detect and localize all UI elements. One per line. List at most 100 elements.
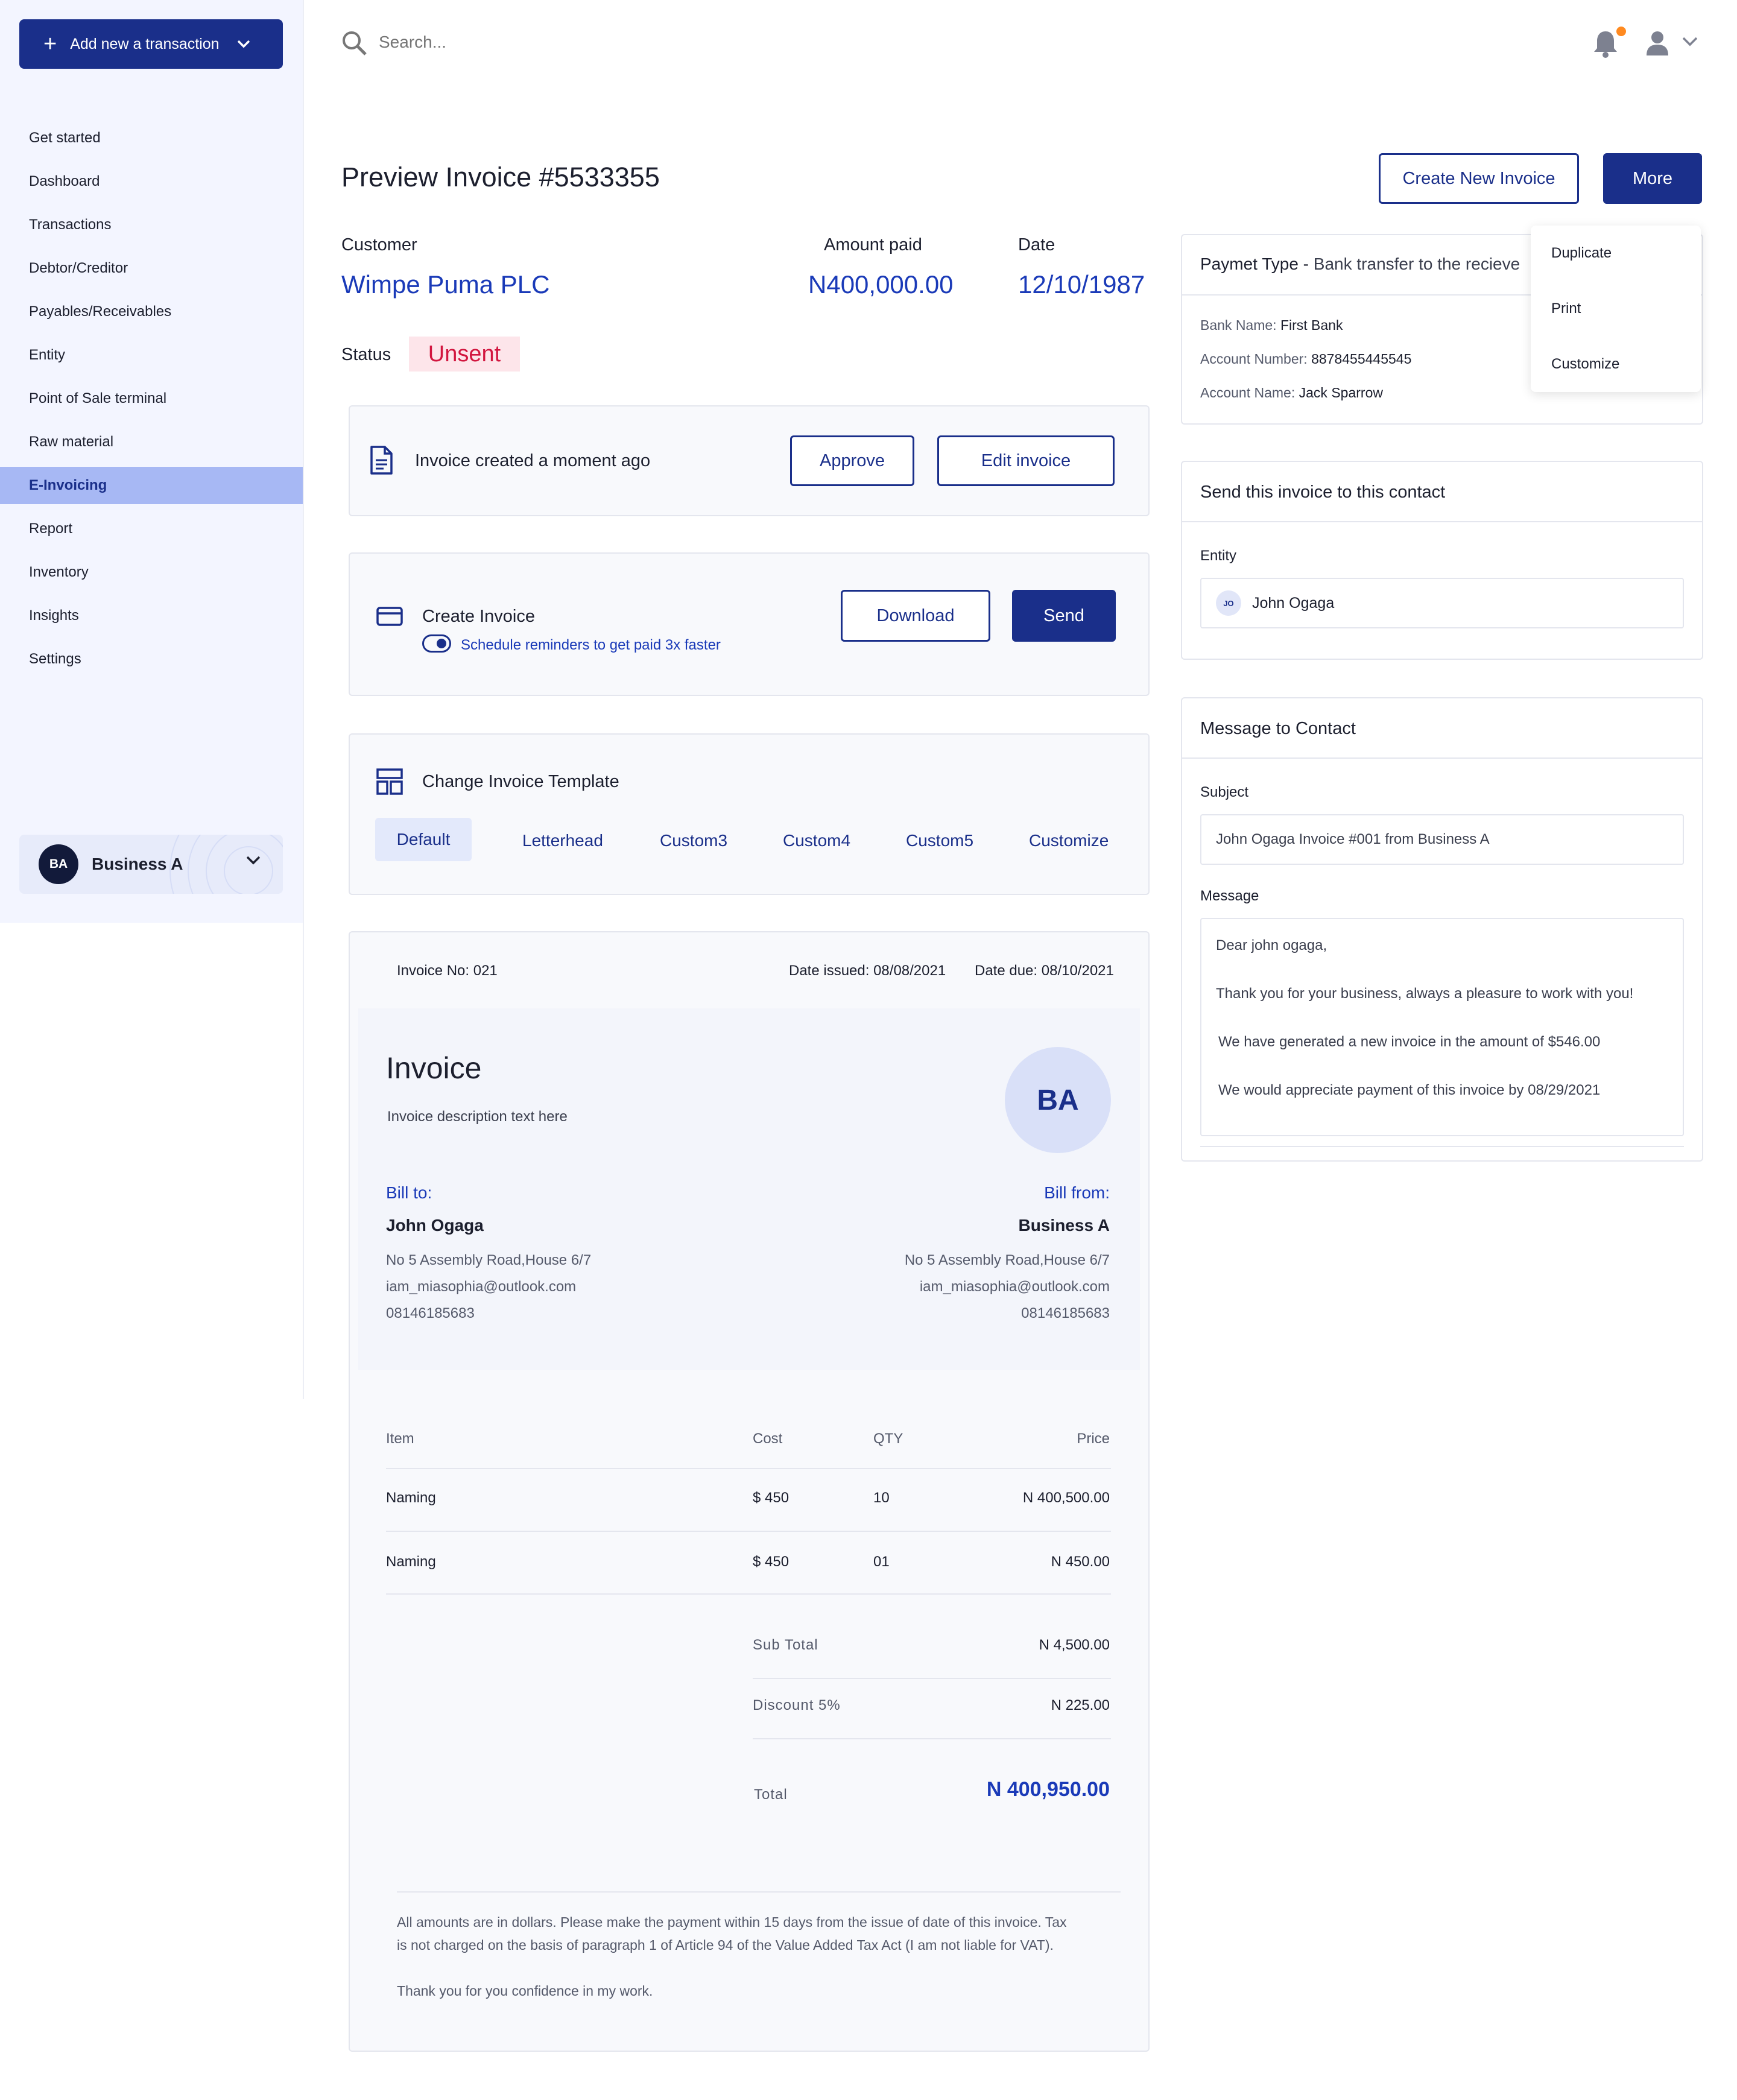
bill-from-phone: 08146185683 (1021, 1305, 1110, 1321)
sidebar-item-label: Point of Sale terminal (29, 390, 167, 406)
chevron-down-icon[interactable] (1682, 36, 1698, 50)
account-name-value: Jack Sparrow (1299, 385, 1383, 400)
date-label: Date (1018, 235, 1055, 255)
divider (753, 1738, 1111, 1739)
business-switcher[interactable]: BA Business A (19, 835, 283, 894)
customer-name: Wimpe Puma PLC (341, 270, 550, 299)
account-number-value: 8878455445545 (1311, 351, 1412, 367)
add-transaction-button[interactable]: + Add new a transaction (19, 19, 283, 69)
total-value: N 400,950.00 (986, 1778, 1110, 1801)
sidebar-item-label: Get started (29, 130, 101, 146)
sidebar-item-e-invoicing[interactable]: E-Invoicing (0, 467, 303, 504)
footer-note-1: All amounts are in dollars. Please make … (397, 1914, 1067, 1930)
template-tab-custom4[interactable]: Custom4 (783, 831, 850, 850)
template-tab-letterhead[interactable]: Letterhead (522, 831, 603, 850)
subject-field[interactable]: John Ogaga Invoice #001 from Business A (1200, 814, 1684, 865)
entity-field[interactable]: JO John Ogaga (1200, 578, 1684, 628)
divider (386, 1468, 1111, 1469)
date-value: 12/10/1987 (1018, 270, 1145, 299)
bill-to-label: Bill to: (386, 1183, 432, 1202)
divider (1182, 521, 1702, 522)
sidebar-item-label: Entity (29, 347, 66, 363)
row-1-item: Naming (386, 1490, 436, 1506)
reminder-toggle[interactable] (422, 634, 451, 653)
divider (386, 1593, 1111, 1595)
more-dropdown-menu: Duplicate Print Customize (1531, 226, 1701, 392)
template-tab-default[interactable]: Default (375, 818, 472, 861)
sidebar-item-label: E-Invoicing (29, 477, 107, 493)
invoice-number: Invoice No: 021 (397, 963, 498, 979)
invoice-description: Invoice description text here (387, 1109, 568, 1125)
sidebar-item-report[interactable]: Report (0, 510, 303, 548)
footer-note-2: is not charged on the basis of paragraph… (397, 1937, 1054, 1953)
sidebar-item-raw-material[interactable]: Raw material (0, 423, 303, 461)
bell-icon[interactable] (1592, 29, 1619, 62)
template-tab-custom5[interactable]: Custom5 (906, 831, 973, 850)
bill-from-label: Bill from: (1044, 1183, 1110, 1202)
sidebar-item-settings[interactable]: Settings (0, 640, 303, 678)
sidebar-item-label: Dashboard (29, 173, 100, 189)
download-button[interactable]: Download (841, 590, 990, 642)
create-new-invoice-button[interactable]: Create New Invoice (1379, 153, 1579, 204)
col-item: Item (386, 1431, 414, 1447)
sidebar-item-entity[interactable]: Entity (0, 337, 303, 374)
menu-item-customize[interactable]: Customize (1551, 356, 1619, 373)
entity-avatar: JO (1216, 590, 1241, 616)
template-tab-customize[interactable]: Customize (1029, 831, 1109, 850)
sidebar-item-label: Payables/Receivables (29, 303, 172, 320)
business-logo: BA (1005, 1047, 1111, 1153)
plus-icon: + (43, 31, 57, 57)
col-qty: QTY (873, 1431, 903, 1447)
discount-label: Discount 5% (753, 1697, 841, 1713)
footer-note-3: Thank you for you confidence in my work. (397, 1983, 653, 1999)
page-title: Preview Invoice #5533355 (341, 162, 660, 192)
sidebar-item-label: Insights (29, 607, 79, 624)
message-textarea[interactable]: Dear john ogaga, Thank you for your busi… (1200, 918, 1684, 1136)
subject-label: Subject (1200, 784, 1249, 800)
sidebar-item-debtor-creditor[interactable]: Debtor/Creditor (0, 250, 303, 287)
row-1-price: N 400,500.00 (1022, 1490, 1110, 1506)
row-1-cost: $ 450 (753, 1490, 789, 1506)
divider (1182, 757, 1702, 759)
col-price: Price (1077, 1431, 1110, 1447)
send-button[interactable]: Send (1012, 590, 1116, 642)
sidebar-item-dashboard[interactable]: Dashboard (0, 163, 303, 200)
reminder-text: Schedule reminders to get paid 3x faster (461, 637, 721, 653)
bill-from-address: No 5 Assembly Road,House 6/7 (904, 1252, 1110, 1268)
subtotal-value: N 4,500.00 (1039, 1637, 1110, 1653)
sidebar-item-insights[interactable]: Insights (0, 597, 303, 634)
row-2-item: Naming (386, 1554, 436, 1570)
more-button[interactable]: More (1603, 153, 1702, 204)
search-input[interactable] (379, 29, 861, 55)
bill-from-name: Business A (1018, 1216, 1110, 1235)
business-avatar: BA (39, 844, 78, 884)
payment-type-value: Bank transfer to the recieve (1313, 255, 1520, 273)
sidebar-item-label: Settings (29, 651, 81, 667)
sidebar-item-transactions[interactable]: Transactions (0, 206, 303, 244)
layout-icon (376, 768, 403, 798)
sidebar-item-label: Report (29, 520, 73, 537)
amount-paid-value: N400,000.00 (808, 270, 954, 299)
row-2-price: N 450.00 (1051, 1554, 1110, 1570)
message-line: Thank you for your business, always a pl… (1216, 985, 1634, 1002)
bill-from-email: iam_miasophia@outlook.com (919, 1279, 1110, 1295)
notification-dot (1616, 27, 1626, 36)
sidebar-item-inventory[interactable]: Inventory (0, 554, 303, 591)
sidebar-item-payables-receivables[interactable]: Payables/Receivables (0, 293, 303, 330)
menu-item-print[interactable]: Print (1551, 300, 1581, 317)
amount-paid-label: Amount paid (824, 235, 922, 255)
row-2-cost: $ 450 (753, 1554, 789, 1570)
approve-button[interactable]: Approve (790, 435, 914, 486)
template-tab-custom3[interactable]: Custom3 (660, 831, 727, 850)
sidebar-item-pos-terminal[interactable]: Point of Sale terminal (0, 380, 303, 417)
sidebar-item-get-started[interactable]: Get started (0, 119, 303, 157)
invoice-created-text: Invoice created a moment ago (415, 451, 651, 470)
edit-invoice-button[interactable]: Edit invoice (937, 435, 1115, 486)
user-icon[interactable] (1645, 30, 1669, 60)
subtotal-label: Sub Total (753, 1637, 818, 1653)
credit-card-icon (376, 607, 403, 629)
menu-item-duplicate[interactable]: Duplicate (1551, 245, 1612, 262)
row-2-qty: 01 (873, 1554, 890, 1570)
bill-to-address: No 5 Assembly Road,House 6/7 (386, 1252, 592, 1268)
bill-to-email: iam_miasophia@outlook.com (386, 1279, 577, 1295)
